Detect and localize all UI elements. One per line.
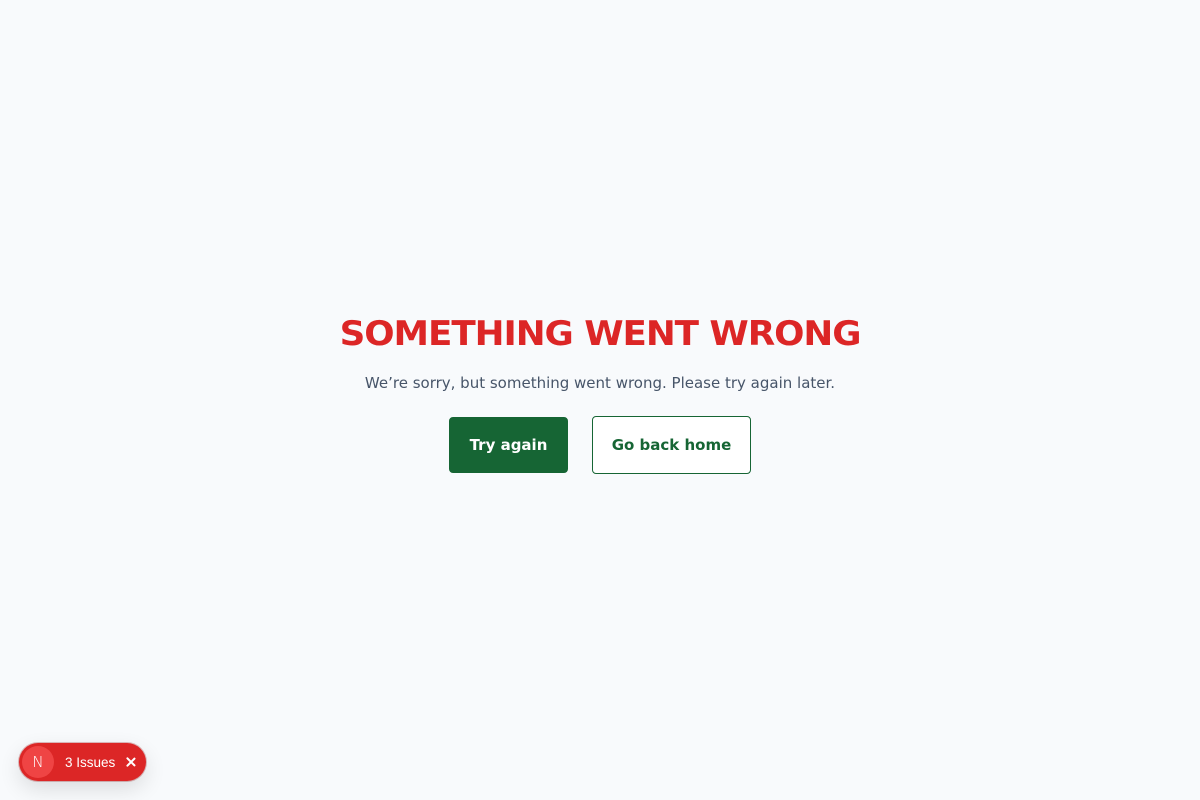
nextjs-logo-icon[interactable]: N [22,746,54,778]
close-icon[interactable] [124,755,138,769]
error-title: Something went wrong [339,314,862,354]
try-again-button[interactable]: Try again [449,417,568,473]
issues-count-label[interactable]: 3 Issues [65,755,115,770]
error-message: We’re sorry, but something went wrong. P… [364,374,836,392]
error-content: Something went wrong We’re sorry, but so… [0,312,1200,474]
error-page: Something went wrong We’re sorry, but so… [0,0,1200,800]
dev-issues-indicator[interactable]: N 3 Issues [19,743,146,781]
go-back-home-button[interactable]: Go back home [592,416,751,474]
error-actions: Try again Go back home [0,416,1200,474]
